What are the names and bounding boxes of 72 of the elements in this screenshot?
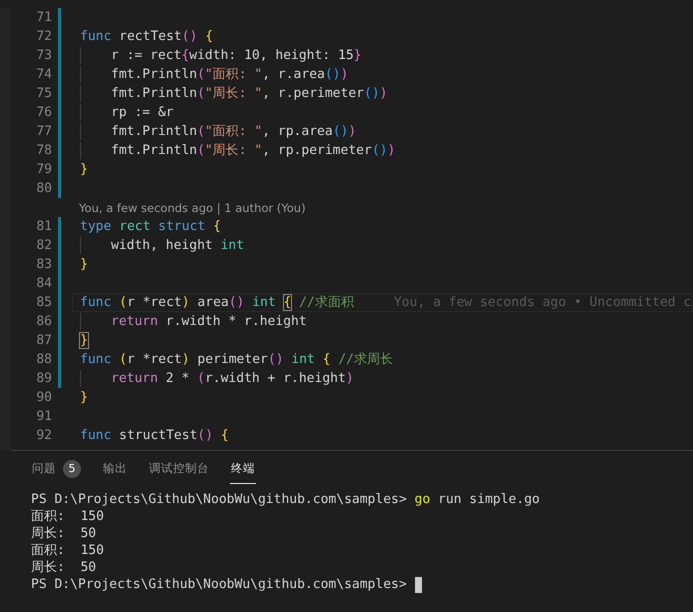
code-line: func structTest() {	[80, 427, 229, 444]
panel-tab[interactable]: 调试控制台	[148, 454, 210, 484]
code-line: func (r *rect) area() int { //求面积	[80, 294, 354, 311]
terminal-line: PS D:\Projects\Github\NoobWu\github.com\samples>	[31, 576, 407, 593]
line-number: 81	[35, 219, 52, 234]
panel-tab[interactable]: 终端	[230, 454, 256, 484]
code-line: func (r *rect) perimeter() int { //求周长	[80, 351, 393, 368]
terminal-line: PS D:\Projects\Github\NoobWu\github.com\samples> go run simple.go	[31, 491, 540, 508]
code-line: return 2 * (r.width + r.height)	[111, 370, 354, 387]
terminal-line: 面积: 150	[31, 542, 104, 559]
panel-tab[interactable]: 输出	[102, 454, 128, 484]
line-number: 86	[35, 314, 52, 329]
terminal-line: 周长: 50	[31, 525, 96, 542]
line-number: 79	[35, 162, 52, 177]
line-number: 90	[35, 390, 52, 405]
git-change-marker[interactable]	[58, 27, 61, 46]
git-change-marker[interactable]	[58, 369, 61, 388]
git-change-marker[interactable]	[58, 84, 61, 103]
git-change-marker[interactable]	[58, 312, 61, 331]
line-number: 74	[35, 67, 52, 82]
code-line: }	[80, 161, 88, 178]
git-change-marker[interactable]	[58, 179, 61, 198]
code-line: fmt.Println("面积: ", r.area())	[111, 66, 348, 83]
git-change-marker[interactable]	[58, 274, 61, 293]
line-number: 83	[35, 257, 52, 272]
line-number: 80	[35, 181, 52, 196]
code-line: }	[80, 256, 88, 273]
git-change-marker[interactable]	[58, 8, 61, 27]
line-number: 73	[35, 48, 52, 63]
count-badge: 5	[63, 460, 81, 478]
terminal-line: 面积: 150	[31, 508, 104, 525]
code-line: type rect struct {	[80, 218, 221, 235]
line-number: 88	[35, 352, 52, 367]
code-line: fmt.Println("周长: ", rp.perimeter())	[111, 142, 396, 159]
codelens-text[interactable]: You, a few seconds ago | 1 author (You)	[79, 200, 306, 214]
line-number: 85	[35, 295, 52, 310]
code-line: fmt.Println("周长: ", r.perimeter())	[111, 85, 388, 102]
blame-annotation: You, a few seconds ago • Uncommitted c	[394, 294, 692, 311]
line-number: 71	[35, 10, 52, 25]
line-number: 77	[35, 124, 52, 139]
line-number: 75	[35, 86, 52, 101]
line-number: 87	[35, 333, 52, 348]
code-line: }	[80, 332, 88, 349]
line-number: 78	[35, 143, 52, 158]
line-number: 89	[35, 371, 52, 386]
code-line: }	[80, 389, 88, 406]
git-change-marker[interactable]	[58, 331, 61, 350]
git-change-marker[interactable]	[58, 122, 61, 141]
code-line: fmt.Println("面积: ", rp.area())	[111, 123, 356, 140]
git-change-marker[interactable]	[58, 350, 61, 369]
code-line: return r.width * r.height	[111, 313, 307, 330]
code-line: rp := &r	[111, 104, 174, 121]
git-change-marker[interactable]	[58, 46, 61, 65]
git-change-marker[interactable]	[58, 236, 61, 255]
code-line: r := rect{width: 10, height: 15}	[111, 47, 362, 64]
panel-tab[interactable]: 问题 5	[31, 454, 82, 484]
line-number: 91	[35, 409, 52, 424]
code-line: func rectTest() {	[80, 28, 214, 45]
line-number: 84	[35, 276, 52, 291]
git-change-marker[interactable]	[58, 141, 61, 160]
code-line: width, height int	[111, 237, 244, 254]
line-number: 92	[35, 428, 52, 443]
line-number: 82	[35, 238, 52, 253]
git-change-marker[interactable]	[58, 65, 61, 84]
line-number: 72	[35, 29, 52, 44]
git-change-marker[interactable]	[58, 255, 61, 274]
git-change-marker[interactable]	[58, 217, 61, 236]
git-change-marker[interactable]	[58, 293, 61, 312]
git-change-marker[interactable]	[58, 103, 61, 122]
line-number: 76	[35, 105, 52, 120]
git-change-marker[interactable]	[58, 160, 61, 179]
terminal-line: 周长: 50	[31, 559, 96, 576]
